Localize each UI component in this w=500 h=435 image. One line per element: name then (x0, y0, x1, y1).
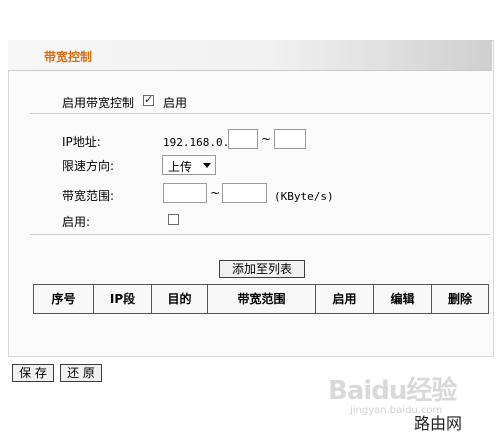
section-header: 带宽控制 (8, 40, 492, 71)
divider-top (30, 113, 490, 114)
save-button[interactable]: 保 存 (12, 364, 54, 382)
direction-label: 限速方向: (62, 159, 115, 173)
watermark-main: Baidu经验 (328, 376, 457, 406)
watermark-brand: 路由网 (414, 414, 463, 433)
table-header-destination: 目的 (152, 285, 208, 313)
enable-rule-label: 启用: (62, 215, 91, 229)
enable-bandwidth-label: 启用带宽控制 (62, 96, 135, 110)
range-max-input[interactable] (222, 183, 267, 203)
range-unit: (KByte/s) (274, 190, 334, 203)
ip-separator: ~ (261, 132, 272, 146)
table-header-delete: 删除 (447, 292, 472, 306)
range-label: 带宽范围: (62, 189, 115, 203)
table-header-enable: 启用 (316, 285, 374, 313)
chevron-down-icon (203, 163, 211, 168)
table-header-ip: IP段 (94, 285, 152, 313)
rules-table-header: 序号 IP段 目的 带宽范围 启用 编辑 删除 (33, 284, 489, 314)
divider-middle (30, 234, 490, 235)
range-min-input[interactable] (163, 183, 207, 203)
table-header-index: 序号 (34, 285, 94, 313)
range-separator: ~ (210, 186, 221, 200)
ip-end-input[interactable] (274, 129, 306, 149)
enable-bandwidth-checkbox[interactable] (143, 93, 154, 106)
table-header-bandwidth: 带宽范围 (208, 285, 316, 313)
table-header-edit: 编辑 (374, 285, 432, 313)
enable-bandwidth-suffix: 启用 (163, 96, 188, 110)
enable-rule-checkbox[interactable] (168, 214, 179, 225)
ip-label: IP地址: (62, 135, 101, 149)
add-to-list-button[interactable]: 添加至列表 (219, 260, 305, 278)
direction-value: 上传 (168, 160, 193, 174)
ip-prefix: 192.168.0. (163, 136, 230, 149)
direction-select[interactable]: 上传 (162, 155, 216, 175)
ip-start-input[interactable] (228, 129, 258, 149)
restore-button[interactable]: 还 原 (60, 364, 102, 382)
section-title: 带宽控制 (44, 50, 93, 64)
